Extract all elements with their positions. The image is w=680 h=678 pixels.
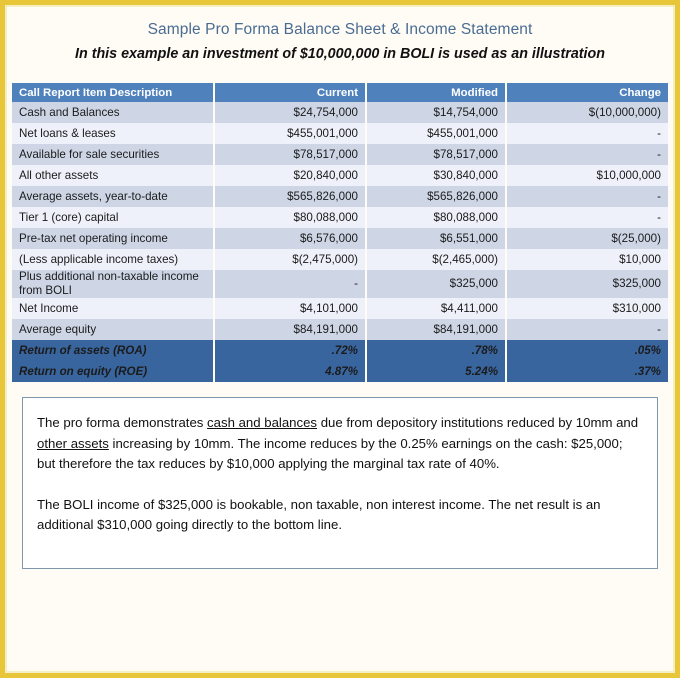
cell-description: Average equity [12, 319, 215, 340]
note-text-3: increasing by 10mm. The income reduces b… [37, 435, 623, 472]
table-body: Cash and Balances $24,754,000 $14,754,00… [12, 102, 668, 382]
cell-current: $565,826,000 [214, 186, 367, 207]
table-header-row: Call Report Item Description Current Mod… [12, 83, 668, 102]
column-header-change: Change [506, 83, 668, 102]
cell-current: .72% [214, 340, 367, 361]
cell-description: All other assets [12, 165, 215, 186]
cell-change: $325,000 [506, 270, 668, 298]
cell-modified: $78,517,000 [366, 144, 507, 165]
cell-modified: $84,191,000 [366, 319, 507, 340]
table-row: Available for sale securities $78,517,00… [12, 144, 668, 165]
note-text-2: due from depository institutions reduced… [317, 415, 639, 430]
cell-description: Tier 1 (core) capital [12, 207, 215, 228]
cell-description: Net Income [12, 298, 215, 319]
cell-current: $(2,475,000) [214, 249, 367, 270]
cell-change: $(25,000) [506, 228, 668, 249]
cell-description: Net loans & leases [12, 123, 215, 144]
cell-change: $310,000 [506, 298, 668, 319]
financial-table-container: Call Report Item Description Current Mod… [12, 83, 668, 382]
slide-page: Sample Pro Forma Balance Sheet & Income … [0, 0, 680, 678]
cell-change: - [506, 207, 668, 228]
explanation-textbox: The pro forma demonstrates cash and bala… [22, 397, 658, 569]
cell-current: $20,840,000 [214, 165, 367, 186]
cell-change: - [506, 123, 668, 144]
cell-modified: $30,840,000 [366, 165, 507, 186]
cell-current: $455,001,000 [214, 123, 367, 144]
cell-current: - [214, 270, 367, 298]
note-underline-cash-and-balances: cash and balances [207, 415, 318, 430]
cell-modified: $4,411,000 [366, 298, 507, 319]
page-title: Sample Pro Forma Balance Sheet & Income … [147, 21, 533, 38]
table-row: Tier 1 (core) capital $80,088,000 $80,08… [12, 207, 668, 228]
table-row: All other assets $20,840,000 $30,840,000… [12, 165, 668, 186]
table-row: Net loans & leases $455,001,000 $455,001… [12, 123, 668, 144]
title-block: Sample Pro Forma Balance Sheet & Income … [9, 9, 671, 64]
cell-change: $(10,000,000) [506, 102, 668, 123]
cell-description: Plus additional non-taxable income from … [12, 270, 215, 298]
cell-change: .05% [506, 340, 668, 361]
table-row: Plus additional non-taxable income from … [12, 270, 668, 298]
column-header-modified: Modified [366, 83, 507, 102]
table-total-row-roe: Return on equity (ROE) 4.87% 5.24% .37% [12, 361, 668, 382]
cell-current: 4.87% [214, 361, 367, 382]
cell-modified: $455,001,000 [366, 123, 507, 144]
cell-current: $6,576,000 [214, 228, 367, 249]
cell-change: - [506, 319, 668, 340]
financial-table: Call Report Item Description Current Mod… [12, 83, 668, 382]
explanation-paragraph-1: The pro forma demonstrates cash and bala… [37, 413, 643, 475]
cell-modified: $325,000 [366, 270, 507, 298]
cell-description: Pre-tax net operating income [12, 228, 215, 249]
page-subtitle: In this example an investment of $10,000… [75, 46, 605, 62]
table-row: Average equity $84,191,000 $84,191,000 - [12, 319, 668, 340]
explanation-paragraph-2: The BOLI income of $325,000 is bookable,… [37, 496, 601, 533]
table-row: Pre-tax net operating income $6,576,000 … [12, 228, 668, 249]
column-header-current: Current [214, 83, 367, 102]
table-header: Call Report Item Description Current Mod… [12, 83, 668, 102]
cell-current: $24,754,000 [214, 102, 367, 123]
cell-change: - [506, 144, 668, 165]
cell-modified: $(2,465,000) [366, 249, 507, 270]
cell-current: $78,517,000 [214, 144, 367, 165]
cell-change: $10,000,000 [506, 165, 668, 186]
table-row: Average assets, year-to-date $565,826,00… [12, 186, 668, 207]
cell-description: Available for sale securities [12, 144, 215, 165]
cell-modified: $14,754,000 [366, 102, 507, 123]
slide-content: Sample Pro Forma Balance Sheet & Income … [9, 9, 671, 669]
cell-modified: $80,088,000 [366, 207, 507, 228]
cell-modified: $6,551,000 [366, 228, 507, 249]
cell-change: - [506, 186, 668, 207]
cell-current: $4,101,000 [214, 298, 367, 319]
cell-modified: $565,826,000 [366, 186, 507, 207]
note-underline-other-assets: other assets [37, 435, 109, 451]
cell-description: Return on equity (ROE) [12, 361, 215, 382]
cell-modified: 5.24% [366, 361, 507, 382]
table-total-row-roa: Return of assets (ROA) .72% .78% .05% [12, 340, 668, 361]
table-row: Net Income $4,101,000 $4,411,000 $310,00… [12, 298, 668, 319]
cell-modified: .78% [366, 340, 507, 361]
cell-description: Return of assets (ROA) [12, 340, 215, 361]
table-row: (Less applicable income taxes) $(2,475,0… [12, 249, 668, 270]
cell-current: $84,191,000 [214, 319, 367, 340]
cell-change: .37% [506, 361, 668, 382]
cell-description: (Less applicable income taxes) [12, 249, 215, 270]
note-text-1: The pro forma demonstrates [37, 415, 208, 430]
cell-description: Average assets, year-to-date [12, 186, 215, 207]
column-header-description: Call Report Item Description [12, 83, 215, 102]
cell-description: Cash and Balances [12, 102, 215, 123]
table-row: Cash and Balances $24,754,000 $14,754,00… [12, 102, 668, 123]
cell-change: $10,000 [506, 249, 668, 270]
cell-current: $80,088,000 [214, 207, 367, 228]
